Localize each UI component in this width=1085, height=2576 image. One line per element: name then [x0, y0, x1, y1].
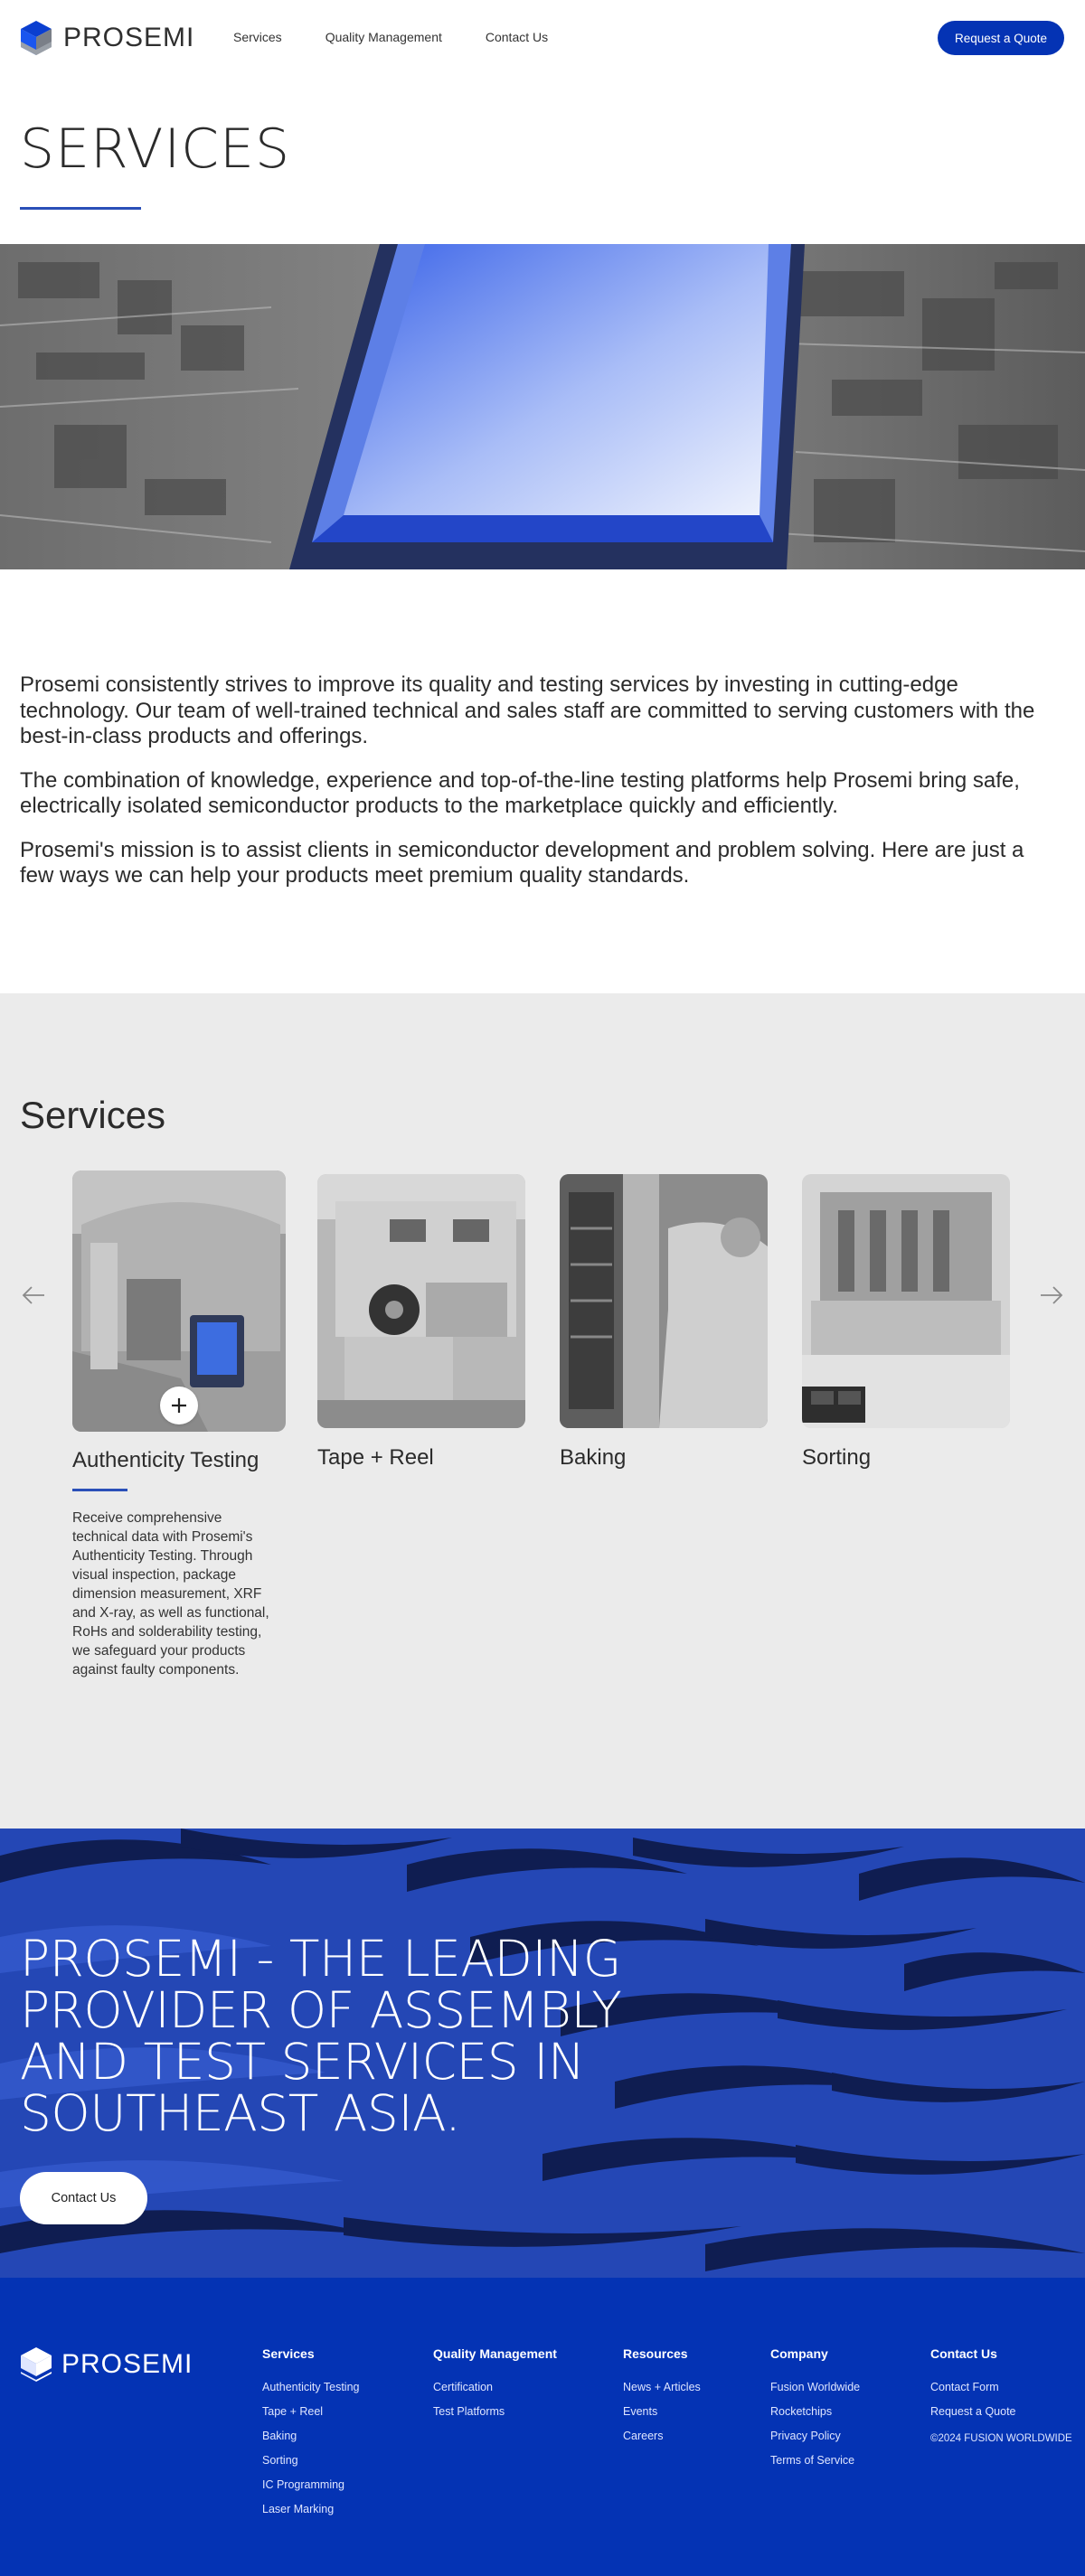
- card-title: Authenticity Testing: [72, 1448, 259, 1472]
- footer-link[interactable]: Events: [623, 2405, 701, 2418]
- footer-column-resources: Resources News + Articles Events Careers: [623, 2346, 701, 2454]
- logo-cube-icon: [21, 2347, 52, 2382]
- footer-link[interactable]: Sorting: [262, 2454, 359, 2467]
- service-card-sorting[interactable]: [802, 1174, 1010, 1428]
- footer-logo-text: PROSEMI: [61, 2349, 193, 2379]
- footer-link[interactable]: Privacy Policy: [770, 2430, 860, 2442]
- authenticity-testing-image: [72, 1170, 286, 1432]
- nav-contact-us[interactable]: Contact Us: [486, 30, 548, 44]
- footer-logo[interactable]: PROSEMI: [20, 2346, 193, 2383]
- footer-link[interactable]: Tape + Reel: [262, 2405, 359, 2418]
- footer-column-company: Company Fusion Worldwide Rocketchips Pri…: [770, 2346, 860, 2478]
- card-title: Tape + Reel: [317, 1445, 434, 1470]
- footer-link[interactable]: Request a Quote: [930, 2405, 1072, 2418]
- nav-quality-management[interactable]: Quality Management: [326, 30, 442, 44]
- footer-column-services: Services Authenticity Testing Tape + Ree…: [262, 2346, 359, 2527]
- logo[interactable]: PROSEMI: [20, 20, 194, 56]
- footer-link[interactable]: Rocketchips: [770, 2405, 860, 2418]
- banner-headline: PROSEMI - THE LEADING PROVIDER OF ASSEMB…: [20, 1930, 622, 2142]
- card-title: Baking: [560, 1445, 627, 1470]
- site-header: PROSEMI Services Quality Management Cont…: [0, 0, 1085, 77]
- footer-heading: Services: [262, 2346, 315, 2361]
- footer-link[interactable]: Laser Marking: [262, 2503, 359, 2515]
- footer-link[interactable]: Terms of Service: [770, 2454, 860, 2467]
- footer-link[interactable]: Baking: [262, 2430, 359, 2442]
- plus-icon: [172, 1398, 186, 1413]
- tape-reel-image: [317, 1174, 525, 1428]
- footer-heading: Company: [770, 2346, 828, 2361]
- copyright-text: ©2024 FUSION WORLDWIDE: [930, 2433, 1072, 2444]
- service-card-tape-reel[interactable]: [317, 1174, 525, 1428]
- services-section: Services Authenticity Testing Receive co…: [0, 993, 1085, 1829]
- arrow-right-icon[interactable]: [1038, 1282, 1065, 1309]
- footer-link[interactable]: IC Programming: [262, 2478, 359, 2491]
- service-card-baking[interactable]: [560, 1174, 768, 1428]
- hero-chip-image: [0, 244, 1085, 569]
- site-footer: PROSEMI Services Authenticity Testing Ta…: [0, 2278, 1085, 2576]
- footer-column-contact: Contact Us Contact Form Request a Quote …: [930, 2346, 1072, 2446]
- intro-paragraph: Prosemi consistently strives to improve …: [20, 672, 1035, 748]
- arrow-left-icon[interactable]: [20, 1282, 47, 1309]
- banner-section: PROSEMI - THE LEADING PROVIDER OF ASSEMB…: [0, 1829, 1085, 2278]
- sorting-image: [802, 1174, 1010, 1428]
- footer-link[interactable]: Authenticity Testing: [262, 2381, 359, 2393]
- main-nav: Services Quality Management Contact Us: [233, 30, 548, 44]
- nav-services[interactable]: Services: [233, 30, 282, 44]
- expand-button[interactable]: [160, 1387, 198, 1424]
- services-heading: Services: [20, 1094, 166, 1136]
- request-quote-button[interactable]: Request a Quote: [938, 21, 1064, 55]
- footer-link[interactable]: Fusion Worldwide: [770, 2381, 860, 2393]
- contact-us-button[interactable]: Contact Us: [20, 2172, 147, 2224]
- logo-cube-icon: [21, 21, 52, 55]
- footer-link[interactable]: Careers: [623, 2430, 701, 2442]
- title-underline: [20, 207, 141, 210]
- footer-link[interactable]: Test Platforms: [433, 2405, 557, 2418]
- logo-text: PROSEMI: [63, 23, 195, 52]
- card-title: Sorting: [802, 1445, 872, 1470]
- intro-paragraph: Prosemi's mission is to assist clients i…: [20, 837, 1024, 888]
- intro-text: Prosemi consistently strives to improve …: [20, 672, 1060, 907]
- footer-link[interactable]: Contact Form: [930, 2381, 1072, 2393]
- intro-paragraph: The combination of knowledge, experience…: [20, 767, 1020, 819]
- card-description: Receive comprehensive technical data wit…: [72, 1510, 269, 1678]
- footer-link[interactable]: News + Articles: [623, 2381, 701, 2393]
- footer-heading: Contact Us: [930, 2346, 997, 2361]
- footer-column-quality-management: Quality Management Certification Test Pl…: [433, 2346, 557, 2430]
- footer-heading: Resources: [623, 2346, 688, 2361]
- page-title: SERVICES: [20, 118, 291, 181]
- footer-heading: Quality Management: [433, 2346, 557, 2361]
- card-title-underline: [72, 1489, 127, 1491]
- baking-image: [560, 1174, 768, 1428]
- footer-link[interactable]: Certification: [433, 2381, 557, 2393]
- service-card-authenticity[interactable]: [72, 1170, 286, 1432]
